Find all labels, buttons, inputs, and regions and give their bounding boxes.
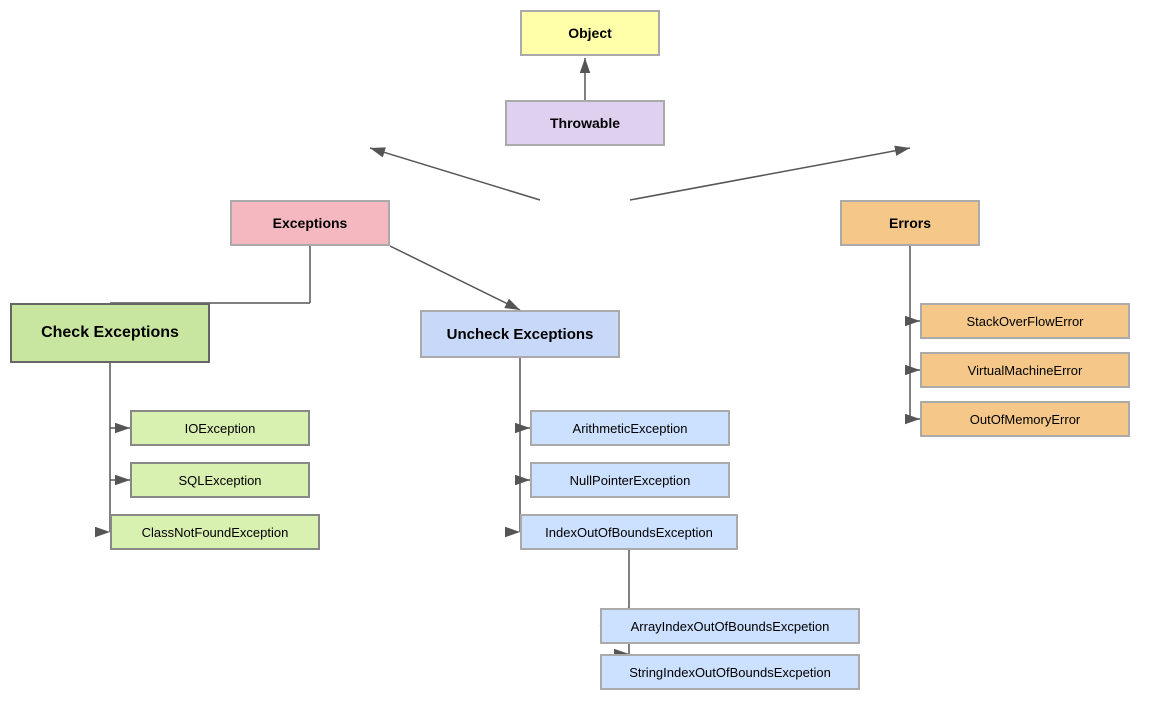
node-nullpointer: NullPointerException	[530, 462, 730, 498]
node-throwable: Throwable	[505, 100, 665, 146]
node-stringindex-label: StringIndexOutOfBoundsExcpetion	[629, 665, 831, 680]
node-indexoutofbounds: IndexOutOfBoundsException	[520, 514, 738, 550]
node-indexoutofbounds-label: IndexOutOfBoundsException	[545, 525, 713, 540]
node-arrayindex: ArrayIndexOutOfBoundsExcpetion	[600, 608, 860, 644]
node-outofmemory-label: OutOfMemoryError	[970, 412, 1081, 427]
node-stringindex: StringIndexOutOfBoundsExcpetion	[600, 654, 860, 690]
node-stackoverflow-label: StackOverFlowError	[966, 314, 1083, 329]
node-uncheck-exceptions: Uncheck Exceptions	[420, 310, 620, 358]
node-throwable-label: Throwable	[550, 115, 620, 131]
node-object-label: Object	[568, 25, 612, 41]
node-errors-label: Errors	[889, 215, 931, 231]
node-virtualmachine: VirtualMachineError	[920, 352, 1130, 388]
node-sqlexception: SQLException	[130, 462, 310, 498]
node-uncheck-label: Uncheck Exceptions	[447, 326, 594, 343]
node-sqlexception-label: SQLException	[178, 473, 261, 488]
node-arrayindex-label: ArrayIndexOutOfBoundsExcpetion	[631, 619, 830, 634]
node-object: Object	[520, 10, 660, 56]
node-arithmetic-label: ArithmeticException	[573, 421, 688, 436]
node-ioexception: IOException	[130, 410, 310, 446]
node-ioexception-label: IOException	[185, 421, 256, 436]
node-outofmemory: OutOfMemoryError	[920, 401, 1130, 437]
node-arithmetic: ArithmeticException	[530, 410, 730, 446]
node-errors: Errors	[840, 200, 980, 246]
node-nullpointer-label: NullPointerException	[570, 473, 691, 488]
node-classnotfound-label: ClassNotFoundException	[142, 525, 289, 540]
diagram: Object Throwable Exceptions Errors Check…	[0, 0, 1168, 701]
node-virtualmachine-label: VirtualMachineError	[968, 363, 1083, 378]
node-check-label: Check Exceptions	[41, 324, 179, 342]
node-check-exceptions: Check Exceptions	[10, 303, 210, 363]
node-classnotfound: ClassNotFoundException	[110, 514, 320, 550]
node-exceptions-label: Exceptions	[273, 215, 348, 231]
node-exceptions: Exceptions	[230, 200, 390, 246]
node-stackoverflow: StackOverFlowError	[920, 303, 1130, 339]
